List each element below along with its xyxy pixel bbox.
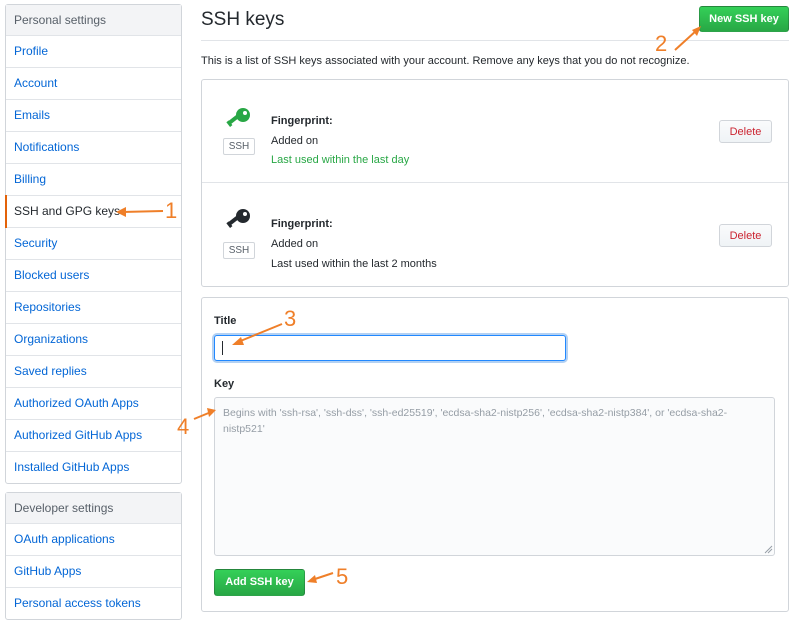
title-input[interactable] [214,335,566,361]
added-on-text: Added on [271,238,319,250]
delete-key-button[interactable]: Delete [719,224,772,247]
sidebar-item-profile[interactable]: Profile [6,36,181,68]
header-divider [201,40,789,41]
sidebar-item-personal-access-tokens[interactable]: Personal access tokens [6,588,181,619]
ssh-badge: SSH [223,138,255,155]
annotation-2: 2 [655,31,668,56]
last-used-text: Last used within the last day [271,154,410,166]
developer-settings-menu: Developer settings OAuth applications Gi… [5,492,182,620]
key-label: Key [214,378,235,390]
personal-settings-heading: Personal settings [6,5,181,36]
sidebar-item-blocked-users[interactable]: Blocked users [6,260,181,292]
ssh-badge: SSH [223,242,255,259]
key-icon [226,209,250,228]
sidebar-item-authorized-oauth-apps[interactable]: Authorized OAuth Apps [6,388,181,420]
sidebar-item-security[interactable]: Security [6,228,181,260]
last-used-text: Last used within the last 2 months [271,258,437,270]
fingerprint-label: Fingerprint: [271,115,333,127]
ssh-key-item: SSH Fingerprint: Added on Last used with… [202,80,788,183]
sidebar-item-organizations[interactable]: Organizations [6,324,181,356]
intro-text: This is a list of SSH keys associated wi… [201,55,690,67]
sidebar-item-account[interactable]: Account [6,68,181,100]
fingerprint-label: Fingerprint: [271,218,333,230]
sidebar-item-saved-replies[interactable]: Saved replies [6,356,181,388]
title-label: Title [214,315,237,327]
key-icon [226,108,250,127]
sidebar-item-ssh-gpg-keys[interactable]: SSH and GPG keys [5,195,181,228]
text-caret [222,341,223,355]
sidebar-item-github-apps[interactable]: GitHub Apps [6,556,181,588]
resize-handle-icon[interactable] [764,545,773,554]
annotation-3: 3 [284,306,297,331]
added-on-text: Added on [271,135,319,147]
annotation-1: 1 [165,198,178,223]
sidebar-item-authorized-github-apps[interactable]: Authorized GitHub Apps [6,420,181,452]
annotation-5: 5 [336,564,349,589]
sidebar-item-oauth-applications[interactable]: OAuth applications [6,524,181,556]
ssh-key-list: SSH Fingerprint: Added on Last used with… [201,79,789,287]
personal-settings-menu: Personal settings Profile Account Emails… [5,4,182,484]
sidebar-item-installed-github-apps[interactable]: Installed GitHub Apps [6,452,181,483]
sidebar-item-emails[interactable]: Emails [6,100,181,132]
sidebar-item-repositories[interactable]: Repositories [6,292,181,324]
developer-settings-heading: Developer settings [6,493,181,524]
page-title: SSH keys [201,9,285,30]
sidebar-item-billing[interactable]: Billing [6,164,181,196]
ssh-key-item: SSH Fingerprint: Added on Last used with… [202,182,788,286]
sidebar-item-notifications[interactable]: Notifications [6,132,181,164]
add-ssh-key-button[interactable]: Add SSH key [214,569,305,596]
key-textarea[interactable]: Begins with 'ssh-rsa', 'ssh-dss', 'ssh-e… [214,397,775,556]
delete-key-button[interactable]: Delete [719,120,772,143]
new-ssh-key-button[interactable]: New SSH key [699,6,789,32]
annotation-4: 4 [177,414,190,439]
